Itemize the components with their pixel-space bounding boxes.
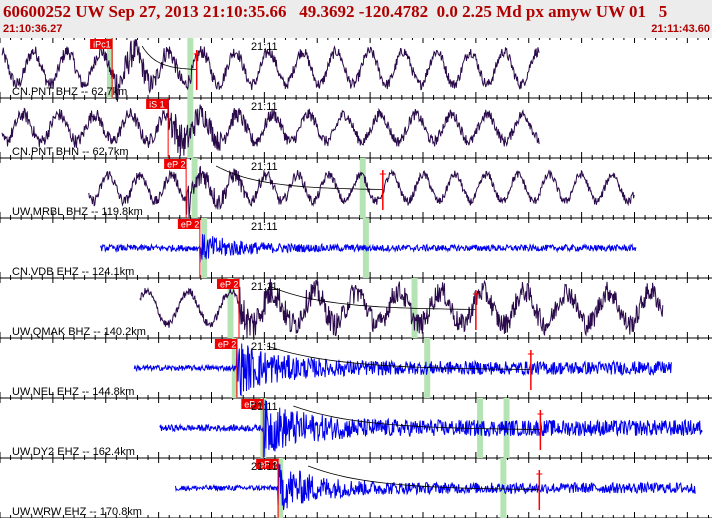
station-label: CN.PNT BHN -- 62.7km	[12, 146, 129, 158]
phase-pick-label: iPc1	[93, 40, 111, 50]
phase-pick-label: eP 2	[181, 220, 199, 230]
minute-marker-label: 21:11	[251, 461, 278, 473]
station-label: CN.VDB EHZ -- 124.1km	[12, 266, 134, 278]
waveform-trace	[133, 343, 672, 397]
event-header: 60600252 UW Sep 27, 2013 21:10:35.66 49.…	[0, 0, 712, 38]
phase-pick-label: eP 2	[167, 160, 185, 170]
minute-marker-label: 21:11	[251, 221, 278, 233]
phase-pick-label: eP 2	[220, 280, 238, 290]
minute-marker-label: 21:11	[251, 341, 278, 353]
minute-marker-label: 21:11	[251, 161, 278, 173]
event-title: 60600252 UW Sep 27, 2013 21:10:35.66 49.…	[3, 2, 668, 21]
phase-pick-label: iS 1	[149, 100, 165, 110]
end-time-label: 21:11:43.60	[651, 23, 710, 35]
start-time-label: 21:10:36.27	[3, 23, 63, 35]
station-label: UW.DY2 EHZ -- 162.4km	[12, 446, 135, 458]
station-label: CN.PNT BHZ -- 62.7km	[12, 86, 127, 98]
minute-marker-label: 21:11	[251, 281, 278, 293]
minute-marker-label: 21:11	[251, 401, 278, 413]
phase-pick-label: eP 2	[218, 340, 236, 350]
waveform-trace	[159, 400, 703, 458]
station-label: UW.MRBL BHZ -- 119.8km	[12, 206, 143, 218]
minute-marker-label: 21:11	[251, 41, 278, 53]
station-label: UW.NEL EHZ -- 144.8km	[12, 386, 134, 398]
station-label: UW.QMAK BHZ -- 140.2km	[12, 326, 146, 338]
seismogram-panel: iPc1 21:11 CN.PNT BHZ -- 62.7km iS 1 21:11 CN…	[0, 38, 712, 518]
minute-marker-label: 21:11	[251, 101, 278, 113]
green-marker-band	[359, 158, 366, 218]
station-label: UW.WRW EHZ -- 170.8km	[12, 506, 142, 518]
